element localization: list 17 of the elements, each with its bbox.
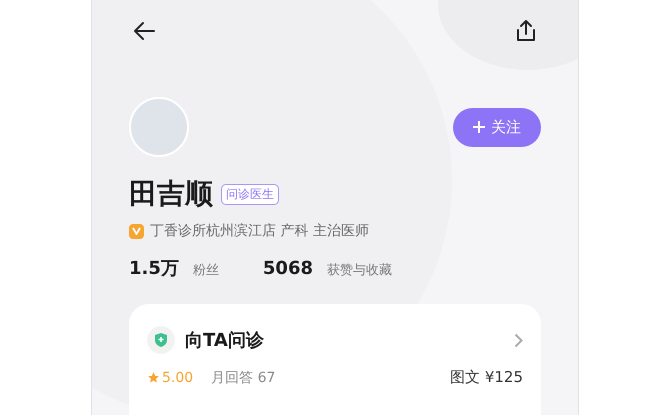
plus-icon xyxy=(473,121,485,133)
stat-value: 1.5万 xyxy=(129,257,179,280)
monthly-answers: 月回答 67 xyxy=(211,368,276,386)
doctor-badge: 问诊医生 xyxy=(221,184,279,204)
chevron-right-icon xyxy=(514,332,523,348)
consult-price: 图文 ¥125 xyxy=(450,368,523,387)
stat-label: 粉丝 xyxy=(192,262,219,279)
stat-value: 5068 xyxy=(262,258,313,279)
stat-label: 获赞与收藏 xyxy=(327,262,392,279)
star-icon xyxy=(147,371,160,384)
doctor-affiliation: 丁香诊所杭州滨江店 产科 主治医师 xyxy=(150,222,369,240)
doctor-name: 田吉顺 xyxy=(129,176,213,212)
consult-card[interactable]: 向TA问诊 5.00 月回答 67 图文 ¥125 xyxy=(129,304,541,415)
rating-value: 5.00 xyxy=(162,370,194,386)
consult-title: 向TA问诊 xyxy=(185,329,264,352)
shield-icon xyxy=(147,326,175,354)
follow-button[interactable]: 关注 xyxy=(453,108,541,146)
